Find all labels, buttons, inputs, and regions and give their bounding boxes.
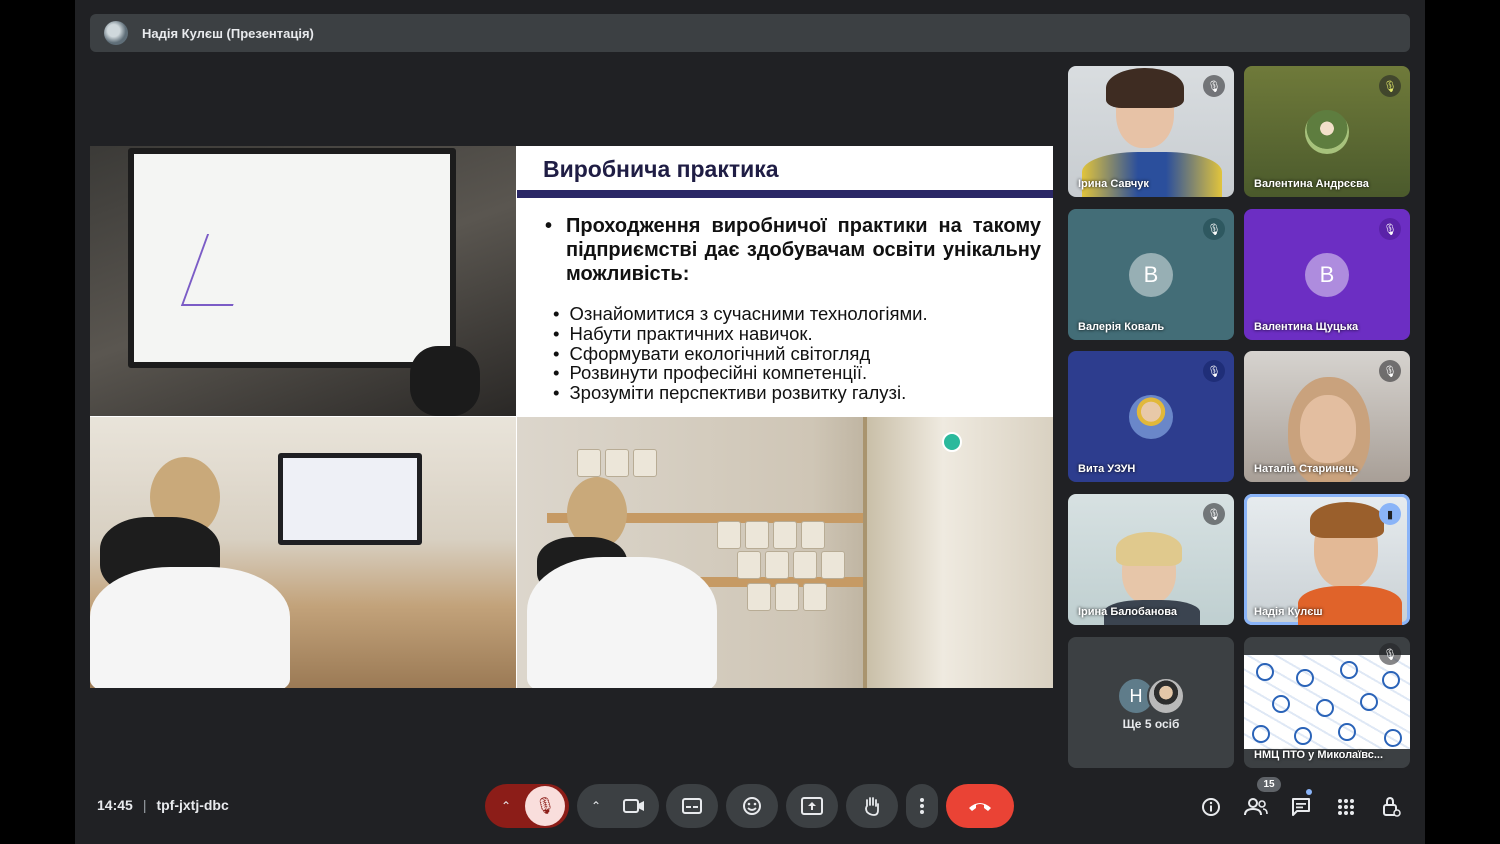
participant-tile[interactable]: 🎙 Ірина Савчук <box>1068 66 1234 197</box>
lead-text: Проходження виробничої практики на таком… <box>566 215 1041 285</box>
mic-off-icon: 🎙 <box>1203 75 1225 97</box>
cabinet-image <box>863 417 1053 688</box>
participant-name: НМЦ ПТО у Миколаївс... <box>1254 749 1384 761</box>
mic-off-icon: 🎙 <box>1203 218 1225 240</box>
info-icon <box>1202 798 1220 816</box>
mic-off-icon: 🎙 <box>1379 643 1401 665</box>
participant-name: Наталія Старинець <box>1254 463 1359 475</box>
slide-bullet: Розвинути професійні компетенції. <box>553 363 928 383</box>
people-icon <box>1244 798 1268 816</box>
participant-tile[interactable]: 🎙 Вита УЗУН <box>1068 351 1234 482</box>
raise-hand-icon <box>865 797 879 816</box>
participant-name: Валентина Андрєєва <box>1254 178 1369 190</box>
slide-lead: • Проходження виробничої практики на так… <box>545 214 1041 286</box>
slide-bullet: Сформувати екологічний світогляд <box>553 343 928 364</box>
slide-photo-desk <box>90 417 516 688</box>
desk-monitor-image <box>278 453 422 545</box>
captions-icon <box>682 798 702 814</box>
mic-off-icon: 🎙 <box>1203 503 1225 525</box>
camera-options-chevron-icon[interactable]: ⌃ <box>591 799 601 813</box>
activities-button[interactable] <box>1331 792 1361 822</box>
participant-tile-active-speaker[interactable]: ▮ Надія Кулєш <box>1244 494 1410 625</box>
participant-tile[interactable]: 🎙 Ірина Балобанова <box>1068 494 1234 625</box>
mic-off-icon: 🎙 <box>1379 218 1401 240</box>
mic-off-icon: 🎙 <box>1203 360 1225 382</box>
participant-name: Валерія Коваль <box>1078 321 1165 333</box>
slide-title: Виробнича практика <box>543 156 779 182</box>
presenter-bar: Надія Кулєш (Презентація) <box>90 14 1410 52</box>
present-icon <box>801 797 823 815</box>
chat-icon <box>1292 798 1310 816</box>
host-controls-icon <box>1383 796 1401 817</box>
meeting-code[interactable]: tpf-jxtj-dbc <box>156 797 228 813</box>
speaking-indicator-icon: ▮ <box>1379 503 1401 525</box>
mic-control-group: ⌃ 🎙 <box>485 784 569 828</box>
emoji-icon <box>743 797 761 815</box>
participant-name: Надія Кулєш <box>1254 606 1323 618</box>
participant-tile[interactable]: 🎙 НМЦ ПТО у Миколаївс... <box>1244 637 1410 768</box>
leave-call-button[interactable] <box>946 784 1014 828</box>
slide-bullet: Набути практичних навичок. <box>553 323 928 344</box>
participant-tile[interactable]: 🎙 Наталія Старинець <box>1244 351 1410 482</box>
slide-bullet-list: Ознайомитися з сучасними технологіями. Н… <box>553 304 928 403</box>
participant-name: Ірина Савчук <box>1078 178 1149 190</box>
mic-off-icon: 🎙 <box>1379 75 1401 97</box>
participant-tile[interactable]: 🎙 Валентина Андрєєва <box>1244 66 1410 197</box>
camera-control-group: ⌃ <box>577 784 659 828</box>
mic-off-icon: 🎙 <box>1379 360 1401 382</box>
camera-icon[interactable] <box>623 798 645 814</box>
people-button[interactable] <box>1241 792 1271 822</box>
mic-off-icon[interactable]: 🎙 <box>525 786 565 826</box>
more-options-button[interactable] <box>906 784 938 828</box>
slide-photo-shelf <box>517 417 1053 688</box>
mic-options-chevron-icon[interactable]: ⌃ <box>501 799 511 813</box>
raise-hand-button[interactable] <box>846 784 898 828</box>
emoji-button[interactable] <box>726 784 778 828</box>
present-button[interactable] <box>786 784 838 828</box>
avatar: В <box>1305 253 1349 297</box>
title-rule <box>517 190 1053 198</box>
end-call-icon <box>969 803 991 811</box>
chat-notification-dot <box>1306 789 1312 795</box>
slide-bullet: Зрозуміти перспективи розвитку галузі. <box>553 383 928 403</box>
participant-tile[interactable]: В 🎙 Валентина Щуцька <box>1244 209 1410 340</box>
participant-name: Ірина Балобанова <box>1078 606 1177 618</box>
host-controls-button[interactable] <box>1376 792 1406 822</box>
participant-name: Валентина Щуцька <box>1254 321 1359 333</box>
separator: | <box>142 797 147 813</box>
presenter-avatar <box>104 21 128 45</box>
slide-photo-monitor <box>90 146 516 416</box>
activities-icon <box>1338 799 1354 815</box>
slide-bullet: Ознайомитися з сучасними технологіями. <box>553 304 927 324</box>
more-participants-tile[interactable]: Н Ще 5 осіб <box>1068 637 1234 768</box>
logo-pattern-image <box>1244 655 1410 749</box>
participant-name: Вита УЗУН <box>1078 463 1136 475</box>
avatar <box>1129 395 1173 439</box>
meeting-details-button[interactable] <box>1196 792 1226 822</box>
people-count-badge: 15 <box>1257 777 1281 792</box>
cursor-pointer-icon <box>942 432 962 452</box>
more-participants-label: Ще 5 осіб <box>1122 717 1180 731</box>
clock: 14:45 <box>97 797 133 813</box>
presenter-label: Надія Кулєш (Презентація) <box>142 25 314 41</box>
presentation-slide: Виробнича практика • Проходження виробни… <box>90 146 1053 688</box>
participant-tile[interactable]: В 🎙 Валерія Коваль <box>1068 209 1234 340</box>
avatar: В <box>1129 253 1173 297</box>
more-icon <box>920 798 924 814</box>
avatar <box>1147 677 1185 715</box>
captions-button[interactable] <box>666 784 718 828</box>
avatar <box>1305 110 1349 154</box>
chat-button[interactable] <box>1286 792 1316 822</box>
lead-bullet: • <box>545 215 553 237</box>
meeting-info: 14:45 | tpf-jxtj-dbc <box>97 797 229 813</box>
monitor-screen-image <box>128 148 456 368</box>
